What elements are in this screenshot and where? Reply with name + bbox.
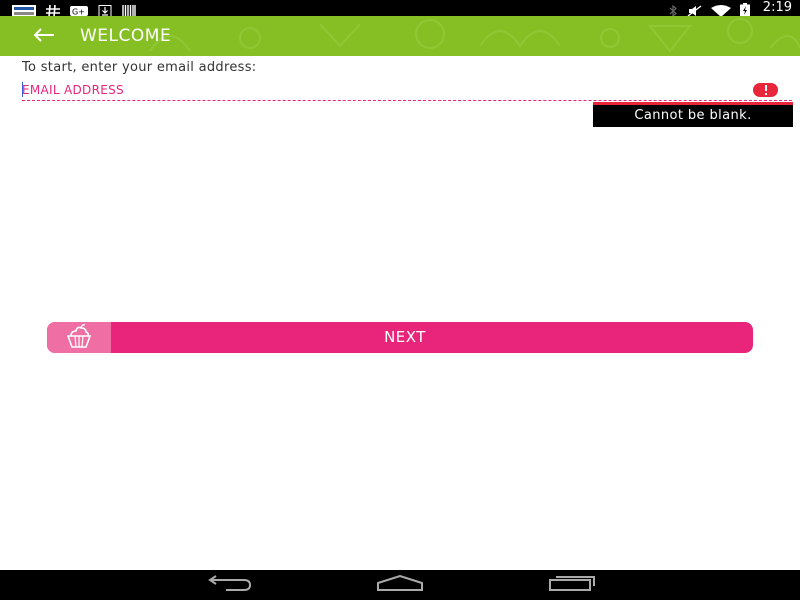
system-nav-bar	[0, 570, 800, 600]
news-icon	[12, 2, 36, 17]
status-icons-right: 2:19	[667, 0, 792, 18]
google-plus-icon: G+	[70, 2, 88, 17]
back-nav-button[interactable]	[205, 573, 253, 597]
text-cursor	[22, 82, 23, 97]
email-field[interactable]	[22, 80, 792, 101]
back-button[interactable]	[28, 20, 60, 52]
next-button-label: NEXT	[384, 328, 426, 346]
hash-icon	[46, 2, 60, 18]
barcode-icon	[122, 2, 136, 17]
error-icon[interactable]	[753, 83, 778, 97]
status-icons-left: G+	[12, 0, 136, 18]
status-time: 2:19	[762, 0, 792, 15]
page-title: WELCOME	[80, 26, 172, 46]
next-button[interactable]: NEXT	[47, 322, 753, 353]
recents-nav-icon	[548, 575, 596, 595]
back-nav-icon	[206, 575, 252, 595]
recents-nav-button[interactable]	[548, 573, 596, 597]
battery-charging-icon	[739, 2, 751, 17]
download-icon	[98, 2, 112, 17]
home-nav-button[interactable]	[376, 573, 424, 597]
status-bar: G+ 2:19	[0, 0, 800, 18]
mute-icon	[687, 2, 703, 17]
error-tooltip: Cannot be blank.	[593, 105, 793, 127]
bluetooth-icon	[667, 2, 679, 18]
app-bar: WELCOME	[0, 16, 800, 56]
wifi-icon	[710, 2, 731, 17]
arrow-left-icon	[33, 27, 55, 46]
email-prompt-label: To start, enter your email address:	[22, 60, 257, 75]
home-nav-icon	[376, 574, 424, 595]
